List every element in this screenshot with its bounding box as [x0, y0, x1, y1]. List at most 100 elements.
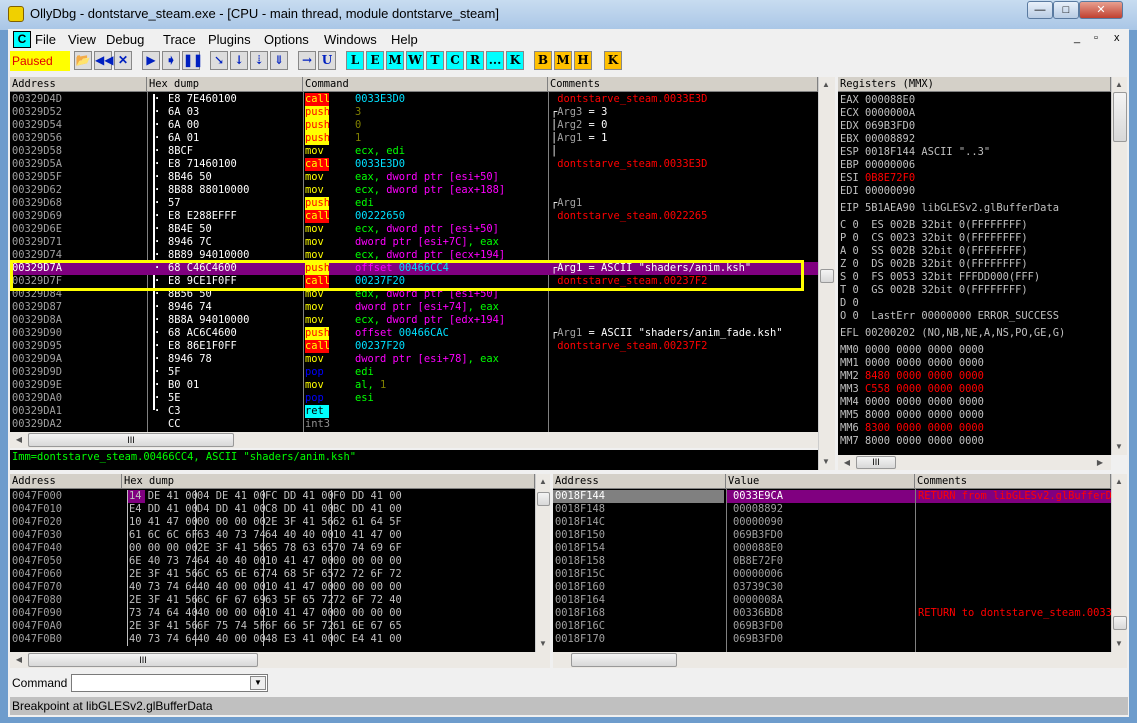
- stack-row[interactable]: 0018F164 0000008A: [553, 594, 1111, 607]
- register-line[interactable]: ESI 0B8E72F0: [838, 172, 1111, 185]
- hex-group[interactable]: 70 74 69 6F: [331, 542, 403, 555]
- stack-row[interactable]: 0018F150 069B3FD0: [553, 529, 1111, 542]
- disasm-row[interactable]: 00329D6E · 8B4E 50 mov ecx, dword ptr [esi+5…: [10, 223, 818, 236]
- hex-group[interactable]: 6C 65 6E 67: [195, 568, 267, 581]
- dump-row[interactable]: 0047F060 2E 3F 41 56 6C 65 6E 67 74 68 5F 6…: [10, 568, 535, 581]
- pause-icon[interactable]: ❚❚: [182, 51, 203, 70]
- dump-row[interactable]: 0047F030 61 6C 6C 6F 63 40 73 74 64 40 40 0…: [10, 529, 535, 542]
- disasm-row[interactable]: 00329DA1 · C3 ret: [10, 405, 818, 418]
- dump-row[interactable]: 0047F0A0 2E 3F 41 56 6F 75 74 5F 6F 66 5F 7…: [10, 620, 535, 633]
- disasm-row[interactable]: 00329D69 · E8 E288EFFF call 00222650 dontsta…: [10, 210, 818, 223]
- register-line[interactable]: P 0 CS 0023 32bit 0(FFFFFFFF): [838, 232, 1111, 245]
- toolbar-button-h[interactable]: H: [574, 51, 592, 70]
- hex-group[interactable]: 40 73 74 64: [127, 633, 199, 646]
- hex-group[interactable]: 61 6C 6C 6F: [127, 529, 199, 542]
- hex-group[interactable]: 00 00 00 00: [331, 607, 403, 620]
- disasm-row[interactable]: 00329D4D · E8 7E460100 call 0033E3D0 dontsta…: [10, 93, 818, 106]
- scroll-right-icon[interactable]: ▶: [1093, 458, 1107, 467]
- registers-horizontal-scrollbar[interactable]: ◀ III ▶: [838, 455, 1111, 470]
- hex-group[interactable]: 10 41 47 00: [263, 555, 335, 568]
- hex-group[interactable]: 74 68 5F 65: [263, 568, 335, 581]
- scroll-up-icon[interactable]: ▲: [819, 80, 833, 89]
- menu-plugins[interactable]: Plugins: [208, 32, 251, 47]
- menu-help[interactable]: Help: [391, 32, 418, 47]
- hex-group[interactable]: 2E 3F 41 56: [195, 542, 267, 555]
- register-line[interactable]: MM4 0000 0000 0000 0000: [838, 396, 1111, 409]
- scroll-thumb[interactable]: [537, 492, 550, 506]
- register-line[interactable]: EIP 5B1AEA90 libGLESv2.glBufferData: [838, 202, 1111, 215]
- close-icon[interactable]: ✕: [114, 51, 132, 70]
- menu-trace[interactable]: Trace: [163, 32, 196, 47]
- register-line[interactable]: MM3 C558 0000 0000 0000: [838, 383, 1111, 396]
- memory-dump-pane[interactable]: Address Hex dump 0047F000 14 DE 41 00 04 D…: [10, 474, 535, 652]
- registers-vertical-scrollbar[interactable]: ▲ ▼: [1111, 77, 1127, 455]
- disasm-row[interactable]: 00329D84 · 8B56 50 mov edx, dword ptr [esi+5…: [10, 288, 818, 301]
- stack-header-comments[interactable]: Comments: [915, 474, 1111, 489]
- mdi-minimize-button[interactable]: _: [1074, 32, 1080, 44]
- hex-group[interactable]: 63 5F 65 72: [263, 594, 335, 607]
- header-address[interactable]: Address: [10, 77, 147, 92]
- trace-into-icon[interactable]: ⇣: [250, 51, 268, 70]
- hex-group[interactable]: FC DD 41 00: [263, 490, 335, 503]
- toolbar-button-k[interactable]: K: [604, 51, 622, 70]
- menu-view[interactable]: View: [68, 32, 96, 47]
- stack-row[interactable]: 0018F160 03739C30: [553, 581, 1111, 594]
- maximize-button[interactable]: □: [1053, 1, 1079, 19]
- register-line[interactable]: C 0 ES 002B 32bit 0(FFFFFFFF): [838, 219, 1111, 232]
- dump-header-hex[interactable]: Hex dump: [122, 474, 535, 489]
- register-line[interactable]: MM7 8000 0000 0000 0000: [838, 435, 1111, 448]
- run-icon[interactable]: ▶: [142, 51, 160, 70]
- register-line[interactable]: ECX 0000000A: [838, 107, 1111, 120]
- hex-group[interactable]: 2E 3F 41 56: [127, 620, 199, 633]
- disasm-row[interactable]: 00329D7F · E8 9CE1F0FF call 00237F20 dontsta…: [10, 275, 818, 288]
- menu-file[interactable]: File: [35, 32, 56, 47]
- hex-group[interactable]: 6F 75 74 5F: [195, 620, 267, 633]
- register-line[interactable]: EFL 00200202 (NO,NB,NE,A,NS,PO,GE,G): [838, 327, 1111, 340]
- hex-group[interactable]: 64 40 40 00: [263, 529, 335, 542]
- disasm-row[interactable]: 00329DA0 · 5E pop esi: [10, 392, 818, 405]
- step-into-icon[interactable]: ↘: [210, 51, 228, 70]
- register-line[interactable]: S 0 FS 0053 32bit FFFDD000(FFF): [838, 271, 1111, 284]
- hex-group[interactable]: 00 00 00 00: [195, 516, 267, 529]
- stack-row[interactable]: 0018F16C 069B3FD0: [553, 620, 1111, 633]
- register-line[interactable]: EAX 000088E0: [838, 94, 1111, 107]
- toolbar-button-c[interactable]: C: [446, 51, 464, 70]
- toolbar-button-w[interactable]: W: [406, 51, 424, 70]
- toolbar-button-r[interactable]: R: [466, 51, 484, 70]
- disasm-row[interactable]: 00329D74 · 8B89 94010000 mov ecx, dword ptr …: [10, 249, 818, 262]
- dump-row[interactable]: 0047F0B0 40 73 74 64 40 40 00 00 48 E3 41 0…: [10, 633, 535, 646]
- hex-group[interactable]: BC DD 41 00: [331, 503, 403, 516]
- hex-group[interactable]: 2E 3F 41 56: [127, 568, 199, 581]
- stack-vertical-scrollbar[interactable]: ▲ ▼: [1111, 474, 1127, 652]
- hex-group[interactable]: E4 DD 41 00: [127, 503, 199, 516]
- register-line[interactable]: MM6 8300 0000 0000 0000: [838, 422, 1111, 435]
- stack-row[interactable]: 0018F170 069B3FD0: [553, 633, 1111, 646]
- scroll-up-icon[interactable]: ▲: [536, 477, 550, 486]
- hex-group[interactable]: 72 72 6F 72: [331, 568, 403, 581]
- user-code-icon[interactable]: U: [318, 51, 336, 70]
- disassembly-pane[interactable]: Address Hex dump Command Comments 00329D…: [10, 77, 818, 432]
- register-line[interactable]: EDI 00000090: [838, 185, 1111, 198]
- register-line[interactable]: MM5 8000 0000 0000 0000: [838, 409, 1111, 422]
- scroll-thumb[interactable]: III: [856, 456, 896, 469]
- register-line[interactable]: D 0: [838, 297, 1111, 310]
- disasm-row[interactable]: 00329D9D · 5F pop edi: [10, 366, 818, 379]
- hex-group[interactable]: 14 DE 41 00: [127, 490, 199, 503]
- trace-over-icon[interactable]: ⇓: [270, 51, 288, 70]
- toolbar-button-dotsdotsdots[interactable]: ...: [486, 51, 504, 70]
- toolbar-button-m[interactable]: M: [386, 51, 404, 70]
- stack-header-value[interactable]: Value: [726, 474, 915, 489]
- stack-row[interactable]: 0018F154 000088E0: [553, 542, 1111, 555]
- hex-group[interactable]: 10 41 47 00: [263, 607, 335, 620]
- hex-group[interactable]: 2E 3F 41 56: [263, 516, 335, 529]
- mdi-close-button[interactable]: x: [1114, 32, 1120, 44]
- disasm-row[interactable]: 00329D7A · 68 C46C4600 push offset 00466CC4 ┌…: [10, 262, 818, 275]
- disasm-row[interactable]: 00329D54 · 6A 00 push 0 │Arg2 = 0: [10, 119, 818, 132]
- disassembly-horizontal-scrollbar[interactable]: ◀ III: [10, 432, 818, 448]
- register-line[interactable]: ESP 0018F144 ASCII "..3": [838, 146, 1111, 159]
- stack-horizontal-scrollbar[interactable]: [553, 652, 1127, 668]
- restart-icon[interactable]: ◀◀: [94, 51, 113, 70]
- dump-header-address[interactable]: Address: [10, 474, 122, 489]
- dump-horizontal-scrollbar[interactable]: ◀ III: [10, 652, 550, 668]
- dump-row[interactable]: 0047F000 14 DE 41 00 04 DE 41 00 FC DD 41 0…: [10, 490, 535, 503]
